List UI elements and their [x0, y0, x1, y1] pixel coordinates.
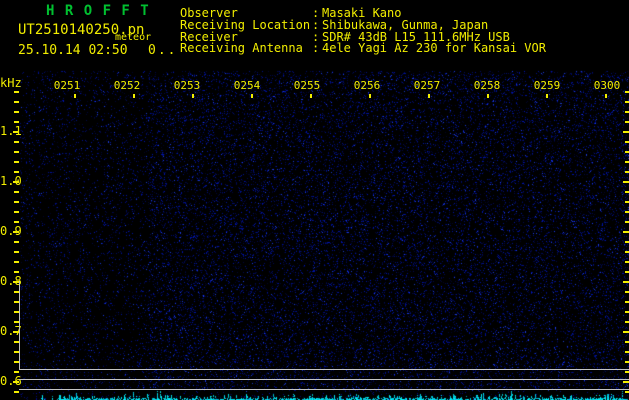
axis-tick: [369, 94, 371, 98]
axis-tick: [487, 94, 489, 98]
axis-tick: [13, 131, 19, 133]
axis-tick: [13, 231, 19, 233]
axis-tick: [625, 251, 629, 253]
x-axis-time-label: 0256: [353, 79, 381, 92]
axis-tick: [625, 361, 629, 363]
axis-tick: [14, 121, 19, 123]
axis-tick: [625, 151, 629, 153]
axis-tick: [623, 181, 629, 183]
axis-tick: [14, 211, 19, 213]
axis-tick: [605, 94, 607, 98]
x-axis-time-label: 0252: [113, 79, 141, 92]
axis-tick: [14, 191, 19, 193]
axis-tick: [14, 91, 19, 93]
axis-tick: [625, 291, 629, 293]
axis-tick: [623, 131, 629, 133]
axis-tick: [14, 241, 19, 243]
axis-tick: [14, 141, 19, 143]
axis-tick: [428, 94, 430, 98]
axis-tick: [14, 201, 19, 203]
axis-tick: [623, 381, 629, 383]
axis-tick: [625, 301, 629, 303]
meteor-mode-label: meteor: [115, 32, 152, 43]
x-axis-time-label: 0251: [53, 79, 81, 92]
axis-tick: [13, 381, 19, 383]
reference-line-middle: [19, 379, 629, 380]
axis-tick: [625, 211, 629, 213]
axis-tick: [13, 181, 19, 183]
axis-tick: [625, 121, 629, 123]
axis-tick: [623, 281, 629, 283]
x-axis-time-label: 0254: [233, 79, 261, 92]
axis-tick: [625, 351, 629, 353]
axis-tick: [14, 371, 19, 373]
axis-tick: [625, 201, 629, 203]
info-value: 4ele Yagi Az 230 for Kansai VOR: [322, 41, 546, 56]
axis-tick: [625, 91, 629, 93]
axis-tick: [625, 221, 629, 223]
axis-tick: [14, 261, 19, 263]
y-axis-unit-label: kHz: [0, 76, 22, 90]
x-axis-time-label: 0259: [533, 79, 561, 92]
axis-tick: [14, 101, 19, 103]
axis-tick: [625, 341, 629, 343]
axis-tick: [625, 261, 629, 263]
axis-tick: [625, 371, 629, 373]
info-label: Receiving Antenna: [180, 41, 303, 56]
station-info-row: Receiving Antenna:4ele Yagi Az 230 for K…: [180, 42, 546, 54]
axis-tick: [14, 111, 19, 113]
x-axis-time-label: 0258: [473, 79, 501, 92]
axis-tick: [546, 94, 548, 98]
axis-tick: [623, 331, 629, 333]
axis-tick: [625, 171, 629, 173]
axis-tick: [623, 231, 629, 233]
axis-tick: [625, 141, 629, 143]
axis-tick: [14, 151, 19, 153]
spectrogram-noise-canvas: [0, 0, 629, 400]
info-colon: :: [312, 17, 320, 32]
info-colon: :: [312, 41, 320, 56]
app-title: H R O F F T: [46, 3, 150, 19]
axis-tick: [310, 94, 312, 98]
axis-tick: [625, 391, 629, 393]
signal-box-left-border: [19, 281, 20, 369]
axis-tick: [192, 94, 194, 98]
axis-tick: [625, 161, 629, 163]
axis-tick: [133, 94, 135, 98]
axis-tick: [14, 251, 19, 253]
axis-tick: [625, 271, 629, 273]
reference-line-lower: [19, 389, 629, 390]
axis-tick: [625, 191, 629, 193]
axis-tick: [625, 321, 629, 323]
axis-tick: [625, 101, 629, 103]
reference-line-upper: [19, 369, 629, 370]
x-axis-time-label: 0300: [593, 79, 621, 92]
axis-tick: [625, 111, 629, 113]
axis-tick: [14, 171, 19, 173]
axis-tick: [74, 94, 76, 98]
x-axis-time-label: 0253: [173, 79, 201, 92]
x-axis-time-label: 0255: [293, 79, 321, 92]
axis-tick: [14, 161, 19, 163]
counter-text: 0..: [148, 43, 178, 58]
axis-tick: [625, 241, 629, 243]
axis-tick: [14, 221, 19, 223]
hrofft-spectrogram-screenshot: H R O F F T UT2510140250.pn meteor 25.10…: [0, 0, 629, 400]
observation-datetime: 25.10.14 02:50: [18, 43, 128, 58]
axis-tick: [251, 94, 253, 98]
axis-tick: [14, 271, 19, 273]
info-label: Receiving Location: [180, 17, 311, 32]
axis-tick: [14, 391, 19, 393]
axis-tick: [625, 311, 629, 313]
x-axis-time-label: 0257: [413, 79, 441, 92]
